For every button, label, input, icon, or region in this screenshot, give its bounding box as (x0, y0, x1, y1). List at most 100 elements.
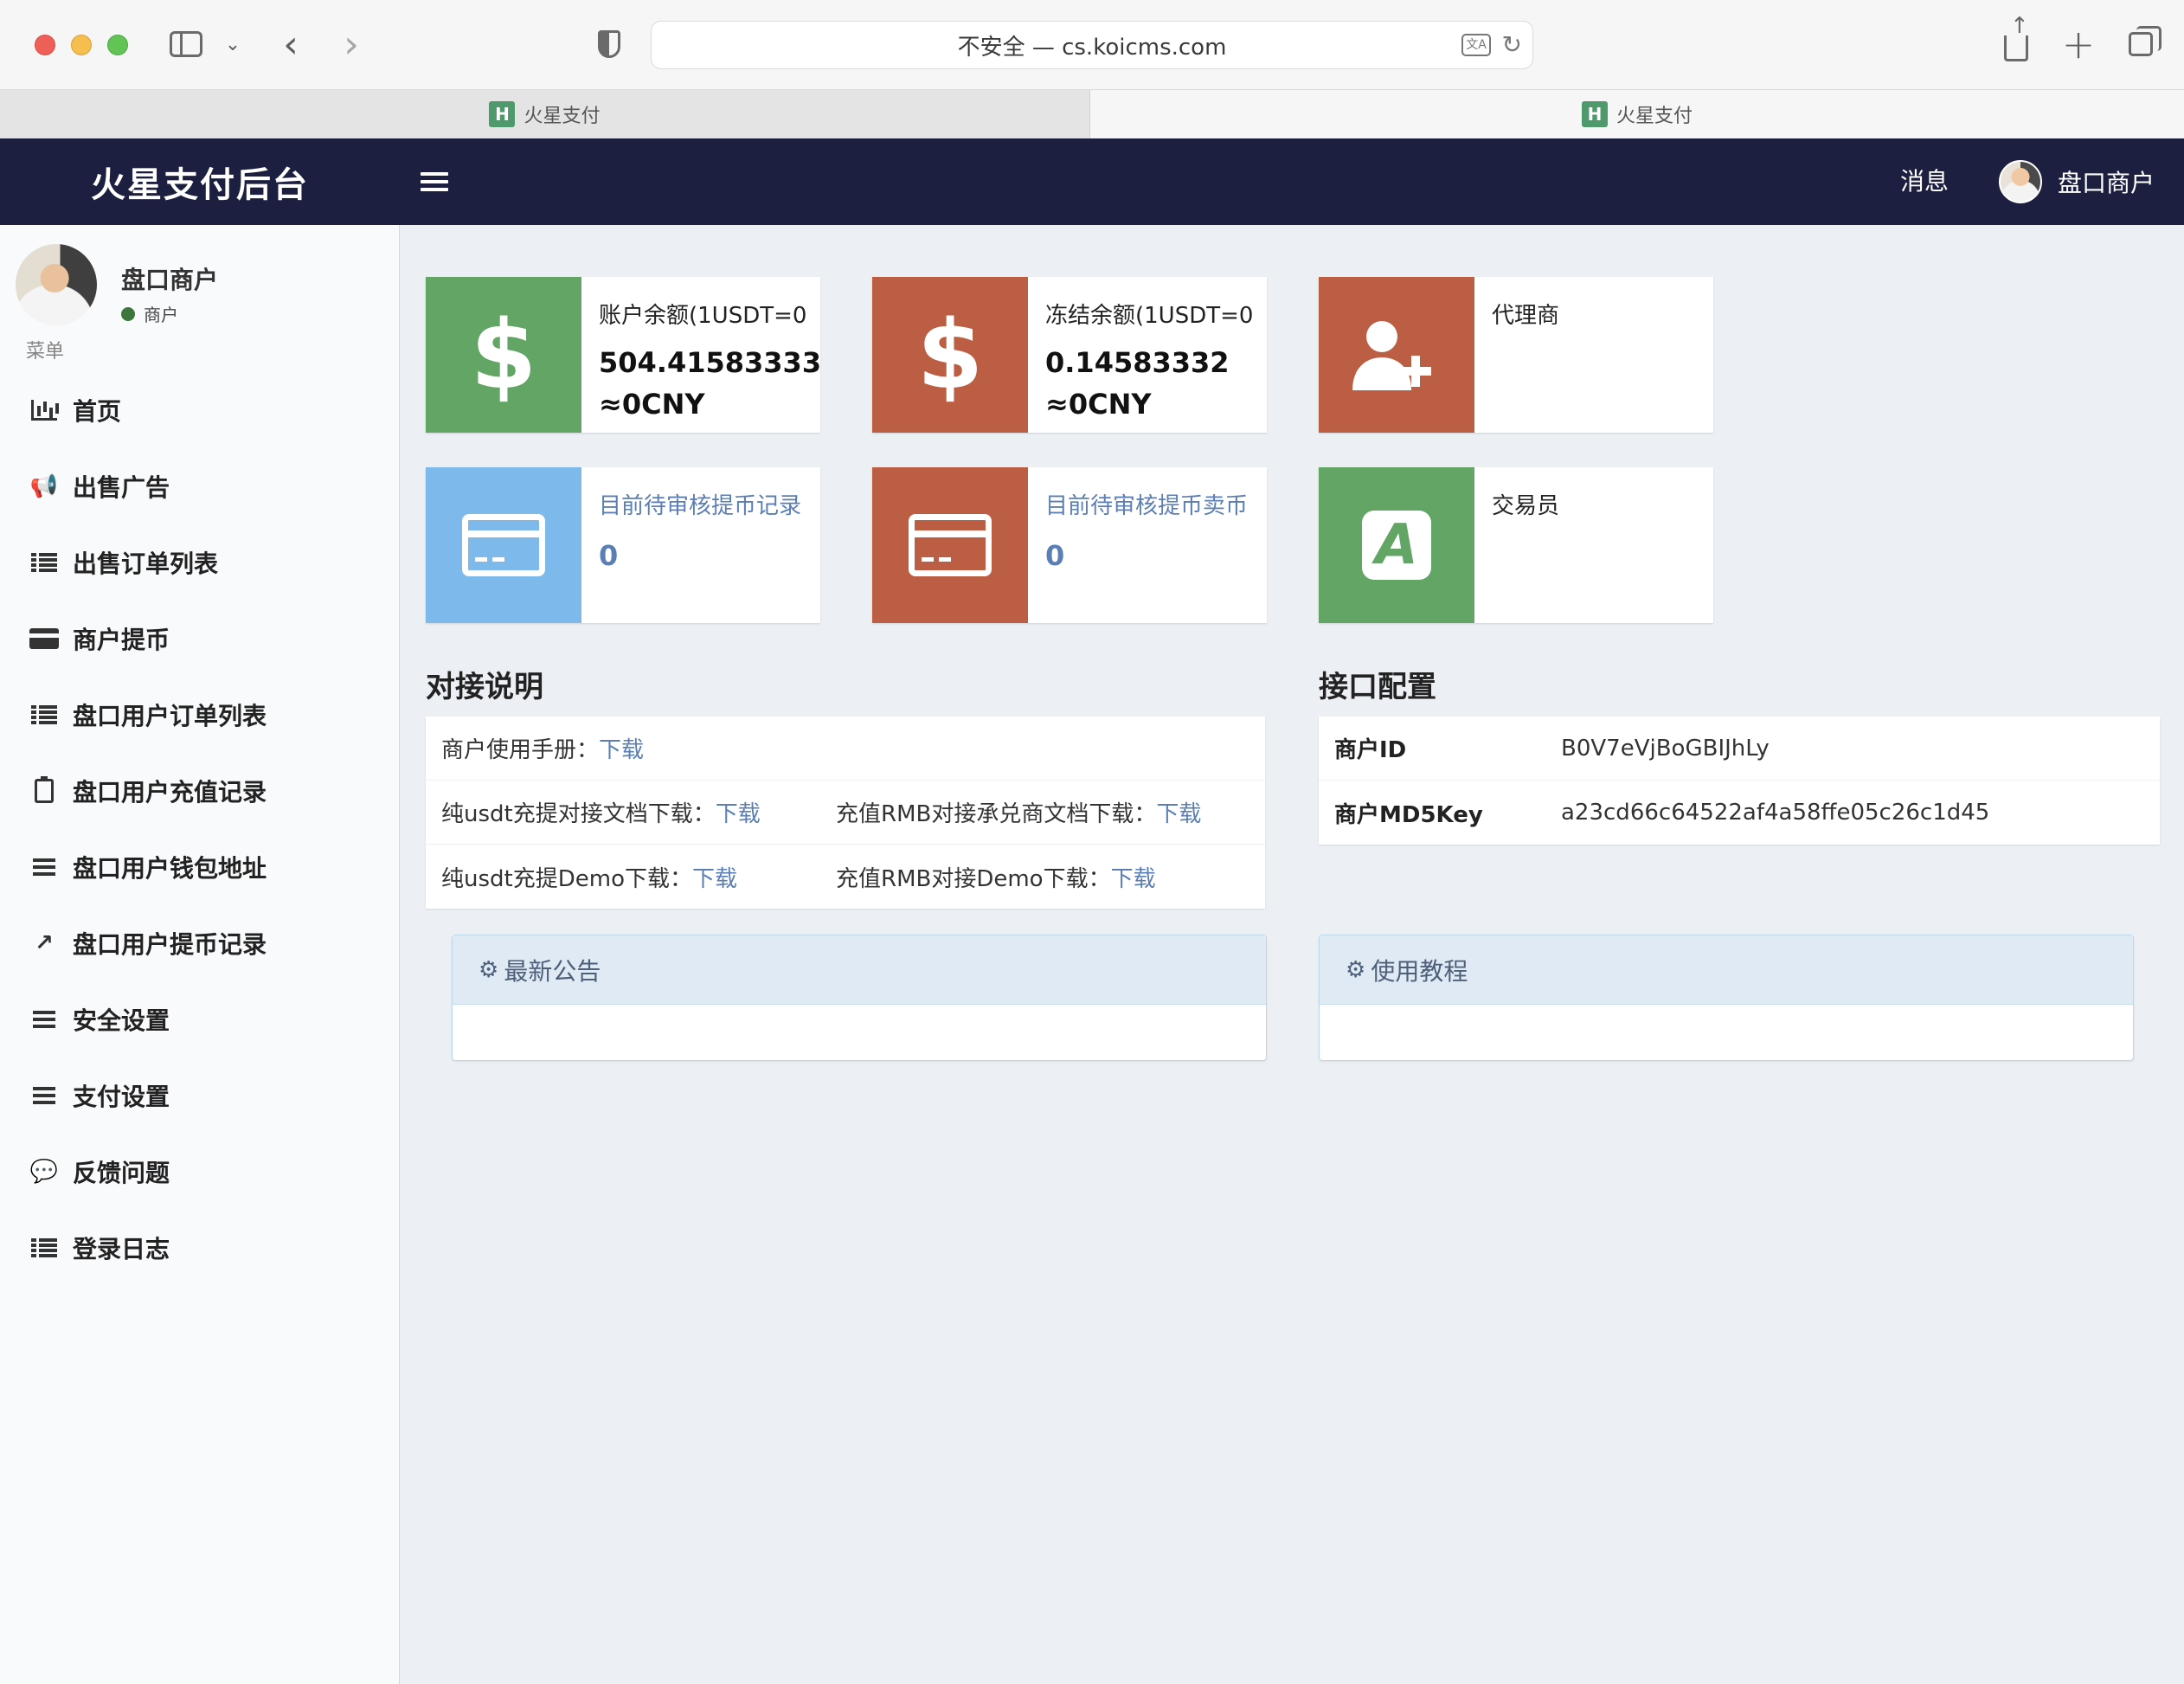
balance-cny: ≈0CNY (599, 388, 705, 421)
manual-download-link[interactable]: 下载 (599, 737, 644, 763)
sidebar-item-feedback[interactable]: 💬 反馈问题 (0, 1134, 400, 1210)
tutorial-box: ⚙ 使用教程 (1319, 935, 2134, 1061)
reload-icon[interactable]: ↻ (1502, 30, 1522, 59)
pending-sell-link[interactable]: 目前待审核提币卖币 (1045, 488, 1253, 520)
manual-label: 商户使用手册： (441, 737, 600, 763)
window-controls (35, 35, 128, 55)
balance-label: 账户余额(1USDT=0CNY) (599, 303, 806, 329)
trader-infobox[interactable]: A 交易员 (1319, 467, 1713, 623)
frozen-label: 冻结余额(1USDT=0CNY) (1045, 303, 1253, 329)
tab-title: 火星支付 (1616, 106, 1693, 127)
merchant-id-label: 商户ID (1334, 737, 1407, 763)
avatar (1999, 160, 2042, 203)
chevron-down-icon[interactable]: ⌄ (220, 22, 246, 66)
credit-card-icon (29, 626, 59, 652)
frozen-value: 0.14583332 ≈0CNY (1045, 342, 1253, 425)
sidebar-item-payment[interactable]: 支付设置 (0, 1057, 400, 1134)
translate-icon[interactable]: 文A (1461, 34, 1491, 56)
balance-value: 504.41583333 ≈0CNY (599, 342, 822, 425)
sidebar-item-security[interactable]: 安全设置 (0, 981, 400, 1057)
address-bar[interactable]: 不安全 — cs.koicms.com 文A ↻ (651, 21, 1533, 69)
user-menu[interactable]: 盘口商户 (1999, 138, 2155, 225)
sidebar-item-label: 首页 (73, 397, 122, 426)
sidebar-toggle-icon[interactable] (166, 22, 206, 66)
tab-title: 火星支付 (524, 106, 601, 127)
frozen-cny: ≈0CNY (1045, 388, 1152, 421)
tutorial-header: ⚙ 使用教程 (1320, 935, 2133, 1005)
sidebar-item-label: 反馈问题 (73, 1159, 170, 1187)
sidebar-item-label: 商户提币 (73, 626, 170, 654)
api-panel: 商户ID B0V7eVjBoGBIJhLy 商户MD5Key a23cd66c6… (1319, 717, 2160, 845)
rmb-doc-label: 充值RMB对接承兑商文档下载： (836, 801, 1157, 827)
latest-notice-title: 最新公告 (504, 956, 601, 986)
forward-arrow-icon[interactable]: › (334, 22, 369, 67)
browser-tab-2[interactable]: H 火星支付 (1090, 90, 2184, 138)
external-link-icon: ↗ (35, 930, 54, 956)
docs-row: 纯usdt充提Demo下载：下载 充值RMB对接Demo下载：下载 (426, 845, 1265, 909)
md5-key-value: a23cd66c64522af4a58ffe05c26c1d45 (1561, 800, 1990, 826)
user-status: 商户 (121, 301, 178, 326)
api-title: 接口配置 (1319, 670, 1436, 704)
sidebar: 盘口商户 商户 菜单 首页 📢 出售广告 出售订单列表 商户提币 盘口用户订单列表… (0, 225, 400, 1684)
agent-infobox[interactable]: 代理商 (1319, 277, 1713, 433)
balance-usdt: 504.41583333 (599, 346, 822, 379)
sidebar-item-sell-orders[interactable]: 出售订单列表 (0, 524, 400, 601)
tab-overview-icon[interactable] (2123, 22, 2162, 66)
pending-sell-count[interactable]: 0 (1045, 539, 1253, 572)
user-menu-name: 盘口商户 (2058, 169, 2155, 197)
menu-toggle-icon[interactable] (421, 166, 448, 197)
sidebar-menu: 首页 📢 出售广告 出售订单列表 商户提币 盘口用户订单列表 盘口用户充值记录 盘… (0, 372, 400, 1286)
frozen-usdt: 0.14583332 (1045, 346, 1230, 379)
tab-bar: H 火星支付 H 火星支付 (0, 90, 2184, 138)
rmb-doc-download-link[interactable]: 下载 (1156, 801, 1201, 827)
pending-withdraw-count[interactable]: 0 (599, 539, 806, 572)
share-icon[interactable] (2001, 13, 2032, 66)
sidebar-item-label: 出售广告 (73, 473, 170, 502)
balance-infobox: $ 账户余额(1USDT=0CNY) 504.41583333 ≈0CNY (426, 277, 822, 433)
address-text: 不安全 — cs.koicms.com (957, 34, 1227, 61)
zoom-window-button[interactable] (107, 35, 128, 55)
new-tab-icon[interactable]: + (2062, 21, 2096, 67)
agent-label: 代理商 (1492, 303, 1560, 329)
credit-card-icon (426, 467, 581, 623)
privacy-shield-icon[interactable] (594, 22, 625, 66)
trader-label: 交易员 (1492, 493, 1560, 519)
docs-row: 纯usdt充提对接文档下载：下载 充值RMB对接承兑商文档下载：下载 (426, 781, 1265, 845)
pending-sell-infobox[interactable]: 目前待审核提币卖币 0 (872, 467, 1267, 623)
sidebar-item-home[interactable]: 首页 (0, 372, 400, 448)
tutorial-title: 使用教程 (1371, 956, 1468, 986)
app-store-icon: A (1319, 467, 1474, 623)
list-icon (29, 702, 59, 728)
minimize-window-button[interactable] (71, 35, 92, 55)
gears-icon: ⚙ (479, 956, 499, 983)
messages-link[interactable]: 消息 (1900, 138, 1949, 225)
bars-icon (29, 854, 59, 880)
sidebar-item-user-recharge[interactable]: 盘口用户充值记录 (0, 753, 400, 829)
sidebar-item-user-withdrawals[interactable]: ↗ 盘口用户提币记录 (0, 905, 400, 981)
docs-title: 对接说明 (426, 670, 543, 704)
back-arrow-icon[interactable]: ‹ (273, 22, 308, 67)
user-role: 商户 (144, 305, 178, 325)
pending-withdraw-infobox[interactable]: 目前待审核提币记录 0 (426, 467, 820, 623)
sidebar-item-user-wallets[interactable]: 盘口用户钱包地址 (0, 829, 400, 905)
browser-tab-1[interactable]: H 火星支付 (0, 90, 1090, 138)
sidebar-item-login-log[interactable]: 登录日志 (0, 1210, 400, 1286)
dollar-icon: $ (426, 277, 581, 433)
usdt-demo-download-link[interactable]: 下载 (692, 866, 737, 892)
pending-withdraw-link[interactable]: 目前待审核提币记录 (599, 488, 806, 520)
rmb-demo-download-link[interactable]: 下载 (1111, 866, 1156, 892)
latest-notice-box: ⚙ 最新公告 (452, 935, 1267, 1061)
close-window-button[interactable] (35, 35, 55, 55)
usdt-doc-download-link[interactable]: 下载 (716, 801, 761, 827)
user-panel: 盘口商户 商户 (16, 244, 379, 331)
bar-chart-icon (29, 397, 59, 423)
favicon-icon: H (489, 101, 516, 127)
user-plus-icon (1319, 277, 1474, 433)
md5-key-label: 商户MD5Key (1334, 801, 1483, 828)
sidebar-item-user-orders[interactable]: 盘口用户订单列表 (0, 677, 400, 753)
sidebar-item-merchant-withdraw[interactable]: 商户提币 (0, 601, 400, 677)
sidebar-item-sell-ads[interactable]: 📢 出售广告 (0, 448, 400, 524)
sidebar-item-label: 出售订单列表 (73, 550, 219, 578)
latest-notice-header: ⚙ 最新公告 (453, 935, 1266, 1005)
brand-logo[interactable]: 火星支付后台 (0, 138, 400, 225)
